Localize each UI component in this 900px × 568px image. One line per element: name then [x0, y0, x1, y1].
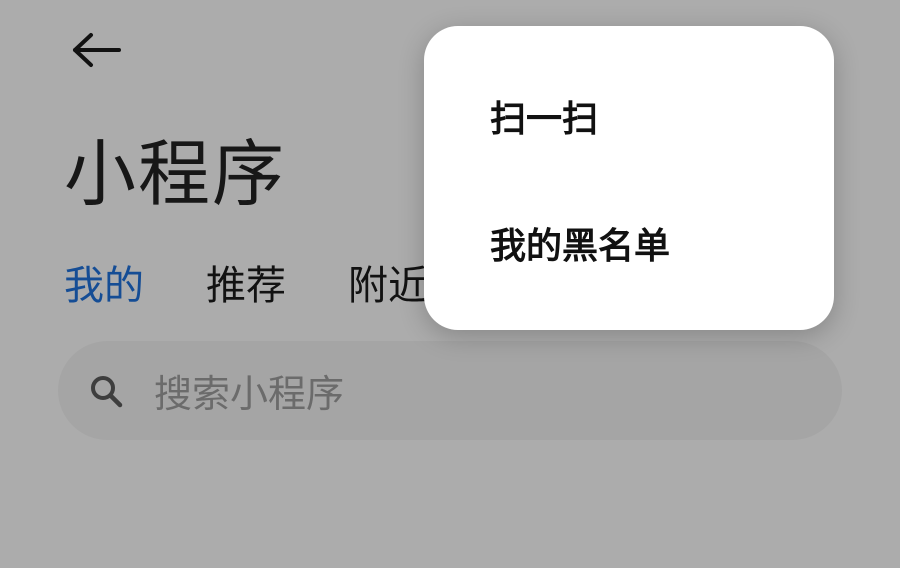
menu-item-scan[interactable]: 扫一扫	[424, 61, 834, 171]
popup-menu: 扫一扫 我的黑名单	[424, 26, 834, 330]
menu-item-label: 扫一扫	[490, 99, 599, 140]
menu-item-label: 我的黑名单	[490, 226, 671, 267]
menu-item-blacklist[interactable]: 我的黑名单	[424, 188, 834, 298]
